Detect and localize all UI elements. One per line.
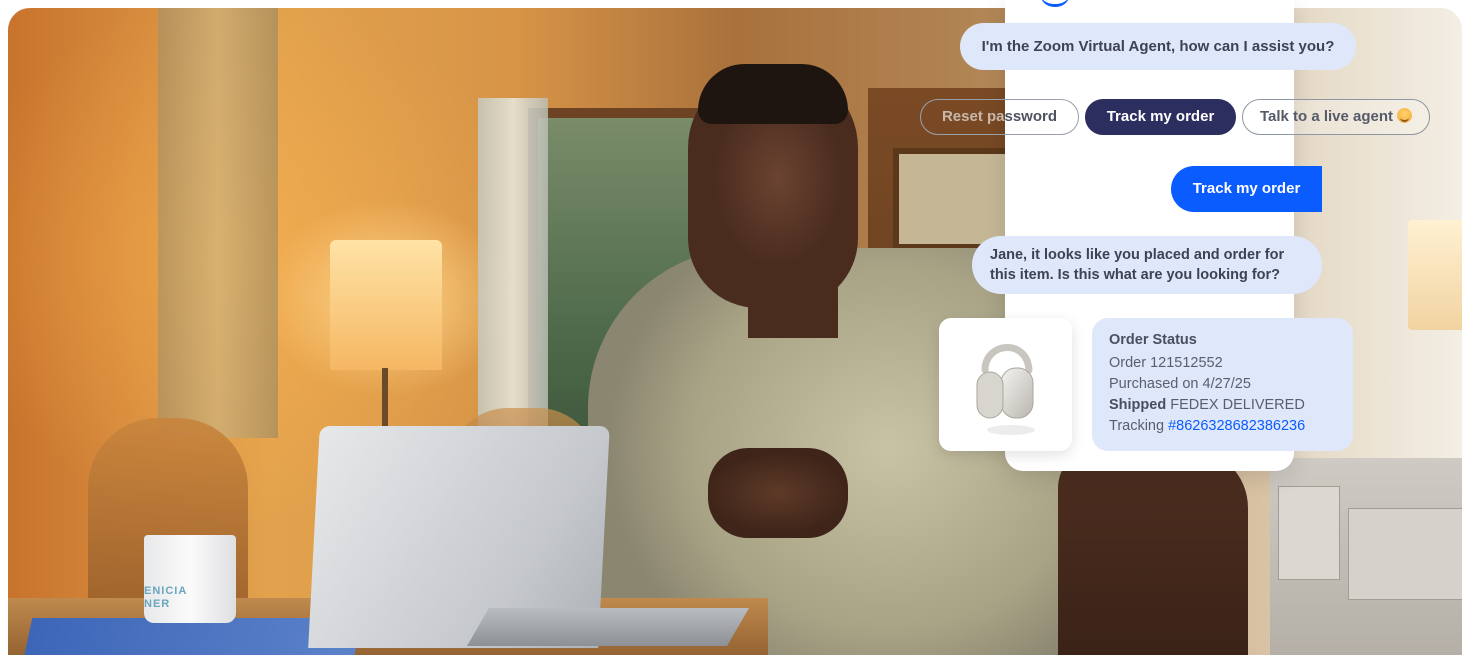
- tracking-label: Tracking: [1109, 418, 1165, 434]
- person-hand: [708, 448, 848, 538]
- mug-text-line: ENICIA: [144, 585, 188, 597]
- agent-reply-line: Jane, it looks like you placed and order…: [990, 247, 1285, 263]
- order-number: Order 121512552: [1109, 355, 1223, 371]
- lamp: [1408, 220, 1462, 330]
- mug-text: ENICIA NER: [144, 585, 204, 611]
- reset-password-label-part: ssword: [1004, 108, 1058, 125]
- person-arm: [1058, 448, 1248, 655]
- shipped-label: Shipped: [1109, 397, 1167, 413]
- track-order-chip[interactable]: Track my order: [1085, 99, 1236, 135]
- reset-password-chip[interactable]: Reset password: [920, 99, 1079, 135]
- person-hair: [698, 64, 848, 124]
- headphones-icon: [976, 344, 1035, 435]
- live-agent-label: Talk to a live agent: [1259, 108, 1394, 125]
- smiling-face-icon: [1397, 108, 1413, 123]
- live-agent-chip[interactable]: Talk to a live agent: [1242, 99, 1430, 135]
- laptop-base: [467, 608, 749, 646]
- shipping-status: Shipped FEDEX DELIVERED: [1109, 395, 1353, 416]
- curtain: [158, 8, 278, 438]
- purchase-date: Purchased on 4/27/25: [1109, 376, 1251, 392]
- tracking-row: Tracking #8626328682386236: [1109, 416, 1353, 437]
- stage: ENICIA NER I'm the Zoom Virtual Agent, h…: [0, 0, 1462, 655]
- user-message-bubble: Track my order: [1171, 166, 1322, 212]
- order-status-card: Order Status Order 121512552 Purchased o…: [1092, 318, 1353, 451]
- tracking-number-link[interactable]: #8626328682386236: [1168, 418, 1305, 434]
- lamp: [330, 240, 442, 370]
- agent-greeting-bubble: I'm the Zoom Virtual Agent, how can I as…: [960, 23, 1356, 70]
- shipped-value: FEDEX DELIVERED: [1170, 397, 1305, 413]
- door-window: [893, 148, 1015, 250]
- reset-password-label-part: Reset pa: [941, 108, 1005, 125]
- drawer: [1348, 508, 1462, 600]
- mug-text-line: NER: [144, 598, 171, 610]
- product-card[interactable]: [939, 318, 1072, 451]
- agent-reply-bubble: Jane, it looks like you placed and order…: [972, 236, 1322, 294]
- order-status-title: Order Status: [1109, 332, 1197, 348]
- agent-reply-line: this item. Is this what are you looking …: [990, 267, 1281, 283]
- drawer: [1278, 486, 1340, 580]
